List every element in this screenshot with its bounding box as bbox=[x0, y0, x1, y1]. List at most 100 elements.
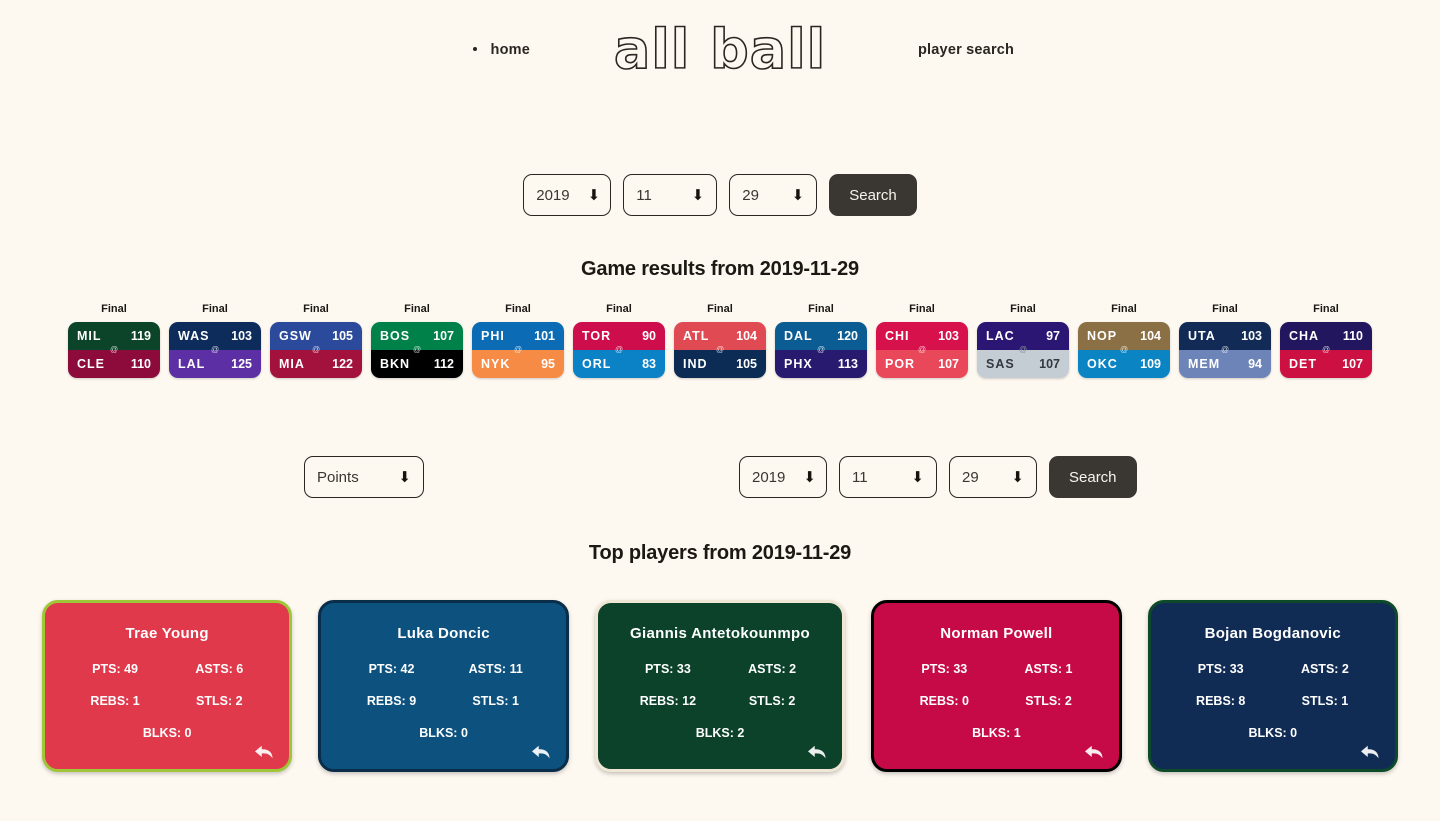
blocks-stat: BLKS: 0 bbox=[142, 726, 192, 740]
back-arrow-icon[interactable] bbox=[530, 743, 552, 761]
home-team-row: BKN 112 bbox=[371, 350, 463, 378]
away-team-abbr: CHA bbox=[1289, 329, 1320, 343]
home-team-score: 122 bbox=[332, 357, 353, 371]
chevron-down-icon: ⬇ bbox=[911, 468, 924, 486]
assists-stat: ASTS: 6 bbox=[195, 662, 244, 676]
home-team-score: 94 bbox=[1248, 357, 1262, 371]
away-team-row: BOS 107 bbox=[371, 322, 463, 350]
game-status-label: Final bbox=[202, 303, 228, 315]
points-stat: PTS: 33 bbox=[1197, 662, 1244, 676]
chevron-down-icon: ⬇ bbox=[803, 468, 816, 486]
game-day-value: 29 bbox=[742, 186, 759, 204]
chevron-down-icon: ⬇ bbox=[791, 186, 805, 204]
game-status-label: Final bbox=[707, 303, 733, 315]
home-team-row: PHX 113 bbox=[775, 350, 867, 378]
game-card[interactable]: WAS 103 LAL 125 @ bbox=[169, 322, 261, 378]
player-card[interactable]: Luka Doncic PTS: 42 ASTS: 11 REBS: 9 STLS: 1… bbox=[318, 600, 569, 772]
rebounds-stat: REBS: 9 bbox=[366, 694, 417, 708]
home-team-score: 107 bbox=[938, 357, 959, 371]
away-team-score: 97 bbox=[1046, 329, 1060, 343]
game-card[interactable]: NOP 104 OKC 109 @ bbox=[1078, 322, 1170, 378]
away-team-score: 103 bbox=[231, 329, 252, 343]
home-team-row: MEM 94 bbox=[1179, 350, 1271, 378]
away-team-score: 110 bbox=[1342, 329, 1363, 343]
away-team-abbr: MIL bbox=[77, 329, 102, 343]
back-arrow-icon[interactable] bbox=[253, 743, 275, 761]
game-card-wrapper: Final DAL 120 PHX 113 @ bbox=[775, 303, 867, 378]
game-year-select[interactable]: 2019 ⬇ bbox=[523, 174, 612, 216]
player-card[interactable]: Norman Powell PTS: 33 ASTS: 1 REBS: 0 STLS: … bbox=[871, 600, 1122, 772]
away-team-row: UTA 103 bbox=[1179, 322, 1271, 350]
away-team-abbr: WAS bbox=[178, 329, 210, 343]
home-team-abbr: OKC bbox=[1087, 357, 1118, 371]
chevron-down-icon: ⬇ bbox=[1011, 468, 1024, 486]
game-month-select[interactable]: 11 ⬇ bbox=[623, 174, 718, 216]
player-card[interactable]: Giannis Antetokounmpo PTS: 33 ASTS: 2 REBS:… bbox=[594, 600, 846, 772]
game-card-wrapper: Final GSW 105 MIA 122 @ bbox=[270, 303, 362, 378]
away-team-row: CHI 103 bbox=[876, 322, 968, 350]
player-card[interactable]: Trae Young PTS: 49 ASTS: 6 REBS: 1 STLS: 2 BL… bbox=[41, 600, 293, 772]
game-card-wrapper: Final WAS 103 LAL 125 @ bbox=[169, 303, 261, 378]
home-team-score: 105 bbox=[736, 357, 757, 371]
game-card[interactable]: CHA 110 DET 107 @ bbox=[1280, 322, 1372, 378]
home-team-abbr: ORL bbox=[582, 357, 612, 371]
player-month-select[interactable]: 11 ⬇ bbox=[839, 456, 937, 498]
player-year-value: 2019 bbox=[752, 468, 786, 486]
game-status-label: Final bbox=[101, 303, 127, 315]
back-arrow-icon[interactable] bbox=[1359, 743, 1381, 761]
game-card[interactable]: LAC 97 SAS 107 @ bbox=[977, 322, 1069, 378]
player-stat-grid: PTS: 33 ASTS: 1 REBS: 0 STLS: 2 bbox=[892, 662, 1100, 708]
steals-stat: STLS: 1 bbox=[472, 694, 519, 708]
blocks-stat: BLKS: 1 bbox=[972, 726, 1021, 740]
game-search-button[interactable]: Search bbox=[829, 174, 917, 216]
home-team-score: 112 bbox=[433, 357, 454, 371]
top-players-list: Trae Young PTS: 49 ASTS: 6 REBS: 1 STLS: 2 BL… bbox=[0, 600, 1440, 772]
home-team-score: 107 bbox=[1342, 357, 1363, 371]
game-card[interactable]: GSW 105 MIA 122 @ bbox=[270, 322, 362, 378]
chevron-down-icon: ⬇ bbox=[587, 186, 601, 204]
home-team-row: OKC 109 bbox=[1078, 350, 1170, 378]
player-name: Trae Young bbox=[125, 625, 209, 642]
steals-stat: STLS: 2 bbox=[748, 694, 796, 708]
game-card[interactable]: CHI 103 POR 107 @ bbox=[876, 322, 968, 378]
player-stat-group: Points ⬇ bbox=[304, 456, 424, 498]
away-team-abbr: GSW bbox=[279, 329, 312, 343]
nav-link-home[interactable]: home bbox=[491, 42, 530, 58]
games-section-title: Game results from 2019-11-29 bbox=[581, 258, 859, 280]
away-team-row: ATL 104 bbox=[674, 322, 766, 350]
game-card[interactable]: ATL 104 IND 105 @ bbox=[674, 322, 766, 378]
game-search-controls: 2019 ⬇ 11 ⬇ 29 ⬇ Search bbox=[0, 174, 1440, 216]
home-team-abbr: POR bbox=[885, 357, 916, 371]
game-card[interactable]: TOR 90 ORL 83 @ bbox=[573, 322, 665, 378]
game-month-value: 11 bbox=[636, 186, 652, 204]
game-card[interactable]: BOS 107 BKN 112 @ bbox=[371, 322, 463, 378]
player-card[interactable]: Bojan Bogdanovic PTS: 33 ASTS: 2 REBS: 8 STL… bbox=[1147, 600, 1399, 772]
back-arrow-icon[interactable] bbox=[1083, 743, 1105, 761]
nav-link-player-search[interactable]: player search bbox=[918, 42, 1014, 58]
game-card-wrapper: Final TOR 90 ORL 83 @ bbox=[573, 303, 665, 378]
home-team-abbr: DET bbox=[1289, 357, 1317, 371]
assists-stat: ASTS: 1 bbox=[1024, 662, 1073, 676]
player-name: Norman Powell bbox=[940, 625, 1053, 642]
game-card[interactable]: DAL 120 PHX 113 @ bbox=[775, 322, 867, 378]
game-status-label: Final bbox=[1212, 303, 1238, 315]
player-search-button[interactable]: Search bbox=[1049, 456, 1137, 498]
steals-stat: STLS: 1 bbox=[1301, 694, 1349, 708]
game-results-list: Final MIL 119 CLE 110 @ Final WAS 103 LAL 125 @ Fina… bbox=[0, 303, 1440, 378]
game-card[interactable]: MIL 119 CLE 110 @ bbox=[68, 322, 160, 378]
game-card-wrapper: Final UTA 103 MEM 94 @ bbox=[1179, 303, 1271, 378]
blocks-stat: BLKS: 2 bbox=[695, 726, 745, 740]
player-stat-select[interactable]: Points ⬇ bbox=[304, 456, 424, 498]
player-day-select[interactable]: 29 ⬇ bbox=[949, 456, 1037, 498]
home-team-row: ORL 83 bbox=[573, 350, 665, 378]
rebounds-stat: REBS: 12 bbox=[639, 694, 697, 708]
game-card-wrapper: Final NOP 104 OKC 109 @ bbox=[1078, 303, 1170, 378]
player-stat-grid: PTS: 49 ASTS: 6 REBS: 1 STLS: 2 bbox=[63, 662, 271, 708]
game-day-select[interactable]: 29 ⬇ bbox=[729, 174, 818, 216]
game-card[interactable]: PHI 101 NYK 95 @ bbox=[472, 322, 564, 378]
game-status-label: Final bbox=[909, 303, 935, 315]
player-year-select[interactable]: 2019 ⬇ bbox=[739, 456, 827, 498]
game-card-wrapper: Final ATL 104 IND 105 @ bbox=[674, 303, 766, 378]
game-card[interactable]: UTA 103 MEM 94 @ bbox=[1179, 322, 1271, 378]
back-arrow-icon[interactable] bbox=[806, 743, 828, 761]
